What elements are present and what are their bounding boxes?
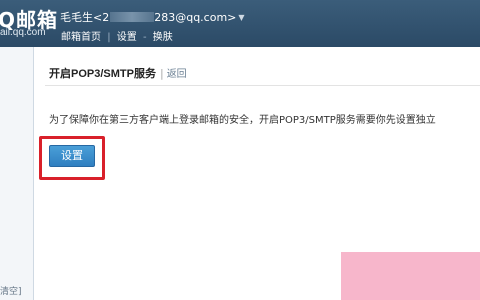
watermark-block — [341, 252, 480, 300]
nav-mail-home[interactable]: 邮箱首页 — [61, 32, 101, 43]
service-description: 为了保障你在第三方客户端上登录邮箱的安全，开启POP3/SMTP服务需要你先设置… — [49, 115, 436, 126]
sidebar-clear-link[interactable]: 清空] — [0, 284, 22, 297]
user-name: 毛毛生<2 — [60, 11, 110, 24]
masked-email-segment — [110, 12, 155, 22]
page-title: 开启POP3/SMTP服务 — [49, 68, 156, 80]
settings-button[interactable]: 设置 — [49, 145, 95, 167]
nav-settings[interactable]: 设置 — [117, 32, 137, 43]
page-title-row: 开启POP3/SMTP服务 | 返回 — [49, 65, 187, 81]
back-link[interactable]: 返回 — [167, 65, 187, 80]
app-window: Q邮箱 ail.qq.com 毛毛生<2 283@qq.com> ▼ 邮箱首页 … — [0, 0, 480, 300]
logo-domain: ail.qq.com — [0, 27, 46, 38]
nav-separator: | — [107, 32, 111, 43]
user-account-menu[interactable]: 毛毛生<2 283@qq.com> ▼ — [60, 9, 245, 25]
nav-dash: - — [142, 32, 147, 43]
user-email-suffix: 283@qq.com> — [154, 10, 237, 24]
title-divider — [45, 85, 480, 86]
chevron-down-icon[interactable]: ▼ — [238, 13, 244, 22]
title-separator: | — [159, 67, 164, 80]
header-bar: Q邮箱 ail.qq.com 毛毛生<2 283@qq.com> ▼ 邮箱首页 … — [0, 0, 480, 47]
header-nav: 邮箱首页 | 设置 - 换肤 — [61, 28, 173, 43]
nav-change-skin[interactable]: 换肤 — [153, 32, 173, 43]
sidebar — [0, 47, 34, 300]
